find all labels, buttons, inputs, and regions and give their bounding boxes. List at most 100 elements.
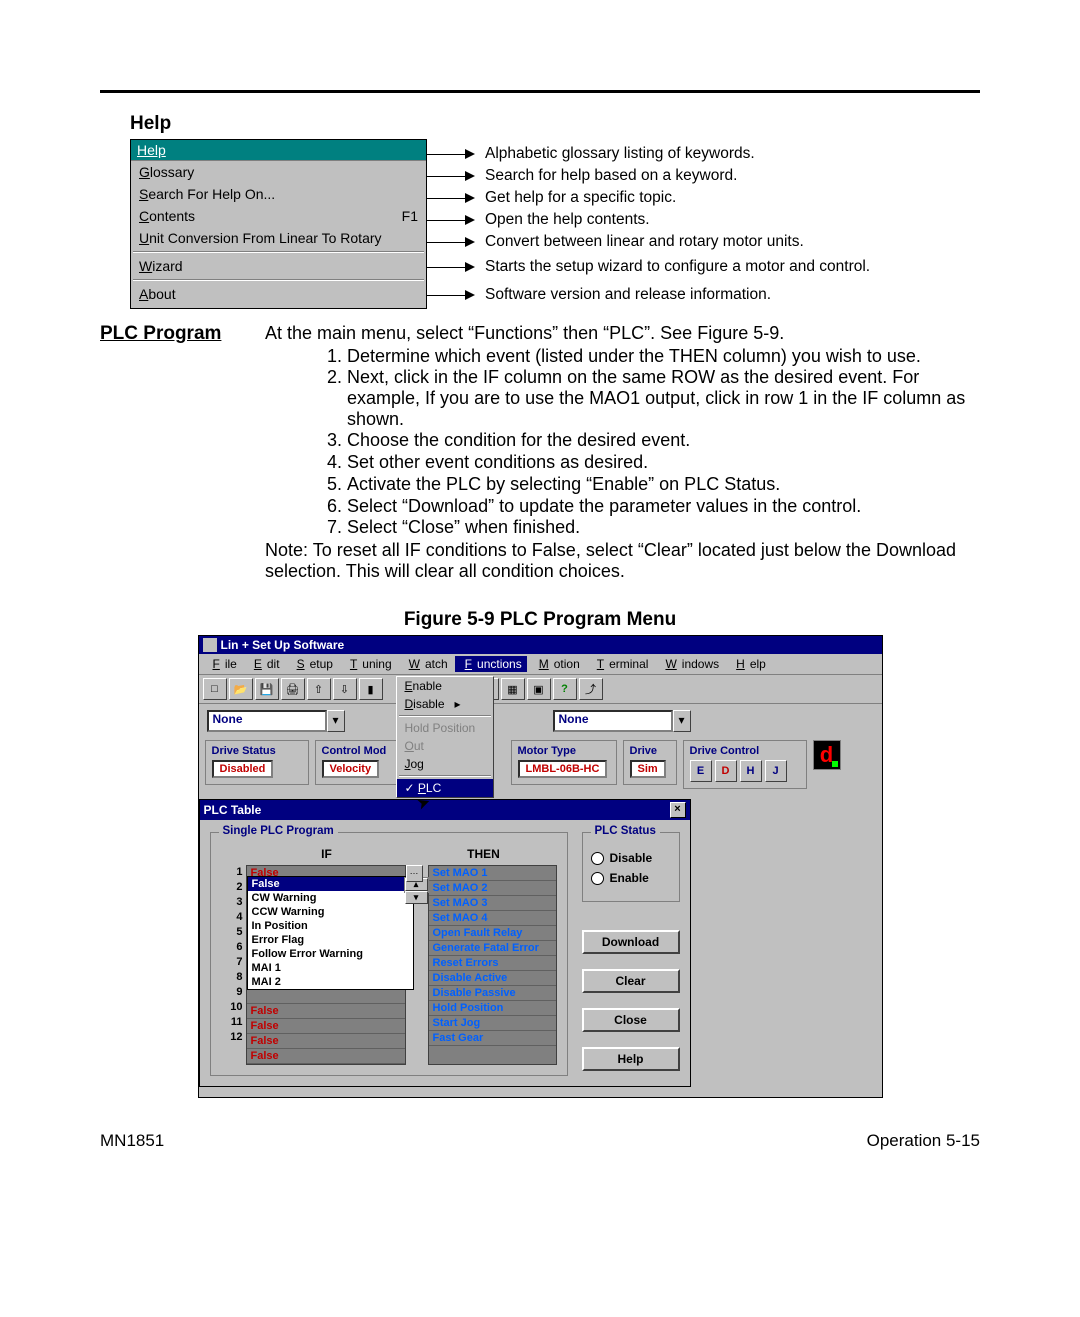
combo-1[interactable]: None ▾ bbox=[207, 710, 345, 732]
plc-table-dialog: PLC Table × Single PLC Program IF THEN 1… bbox=[199, 799, 691, 1087]
scroll-down-icon[interactable]: ▾ bbox=[405, 891, 428, 904]
help-item-wizard[interactable]: Wizard bbox=[131, 255, 426, 277]
menu-edit[interactable]: Edit bbox=[244, 656, 285, 672]
app-icon bbox=[203, 638, 217, 652]
tb-save-icon[interactable]: 💾 bbox=[255, 678, 279, 700]
then-row: Disable Active bbox=[429, 971, 556, 986]
then-column: Set MAO 1 Set MAO 2 Set MAO 3 Set MAO 4 … bbox=[428, 865, 557, 1065]
help-menu-title-text: Help bbox=[137, 142, 166, 158]
then-row: Hold Position bbox=[429, 1001, 556, 1016]
col-if-label: IF bbox=[243, 847, 411, 861]
combo2-arrow-icon[interactable]: ▾ bbox=[673, 710, 691, 732]
drive-control-group: Drive Control E D H J bbox=[683, 740, 807, 789]
if-row[interactable]: False bbox=[247, 1019, 405, 1034]
help-menu-title: Help bbox=[131, 140, 426, 161]
help-item-contents[interactable]: Contents F1 bbox=[131, 205, 426, 227]
combo-2[interactable]: None ▾ bbox=[553, 710, 691, 732]
drive-status-group: Drive Status Disabled bbox=[205, 740, 309, 785]
dc-d-button[interactable]: D bbox=[715, 760, 737, 782]
clear-button[interactable]: Clear bbox=[582, 969, 680, 993]
tb-new-icon[interactable]: □ bbox=[203, 678, 227, 700]
help-item-about[interactable]: About bbox=[131, 283, 426, 305]
plc-status-title: PLC Status bbox=[591, 825, 660, 837]
close-icon[interactable]: × bbox=[670, 802, 686, 818]
help-item-search[interactable]: Search For Help On... bbox=[131, 183, 426, 205]
if-opt-ccw[interactable]: CCW Warning bbox=[248, 905, 413, 919]
if-opt-mai1[interactable]: MAI 1 bbox=[248, 961, 413, 975]
tb-exit-icon[interactable]: ⤴ bbox=[579, 678, 603, 700]
control-mode-group: Control Mod Velocity bbox=[315, 740, 409, 785]
help-item-glossary[interactable]: Glossary bbox=[131, 161, 426, 183]
step-4: Set other event conditions as desired. bbox=[347, 452, 980, 473]
toolbar: □ 📂 💾 🖨 ⇧ ⇩ ▮ ⌂ ▦ ▣ ? ⤴ bbox=[199, 675, 882, 704]
dc-j-button[interactable]: J bbox=[765, 760, 787, 782]
if-row[interactable] bbox=[247, 989, 405, 1004]
tb-help-icon[interactable]: ? bbox=[553, 678, 577, 700]
tb-chart-icon[interactable]: ▮ bbox=[359, 678, 383, 700]
tb-upload-icon[interactable]: ⇧ bbox=[307, 678, 331, 700]
func-hold: Hold Position bbox=[397, 719, 493, 737]
func-disable[interactable]: Disable ▸ bbox=[397, 695, 493, 713]
if-dropdown-list[interactable]: False CW Warning CCW Warning In Position… bbox=[247, 876, 414, 990]
tb-scope-icon[interactable]: ▦ bbox=[501, 678, 525, 700]
plc-program-heading: PLC Program bbox=[100, 323, 265, 581]
figure-title: Figure 5-9 PLC Program Menu bbox=[100, 609, 980, 631]
close-button[interactable]: Close bbox=[582, 1008, 680, 1032]
plc-intro: At the main menu, select “Functions” the… bbox=[265, 323, 980, 344]
radio-disable[interactable]: Disable bbox=[591, 851, 671, 865]
tb-terminal-icon[interactable]: ▣ bbox=[527, 678, 551, 700]
motor-type-group: Motor Type LMBL-06B-HC bbox=[511, 740, 617, 785]
menu-setup[interactable]: Setup bbox=[287, 656, 338, 672]
if-column[interactable]: False … False CW Warning CCW Warning In … bbox=[246, 865, 406, 1065]
combo1-arrow-icon[interactable]: ▾ bbox=[327, 710, 345, 732]
if-opt-mai2[interactable]: MAI 2 bbox=[248, 975, 413, 989]
combo2-value: None bbox=[553, 710, 673, 732]
func-enable[interactable]: Enable bbox=[397, 677, 493, 695]
func-plc[interactable]: PLC bbox=[397, 779, 493, 797]
if-opt-inpos[interactable]: In Position bbox=[248, 919, 413, 933]
menu-motion[interactable]: Motion bbox=[529, 656, 585, 672]
tb-print-icon[interactable]: 🖨 bbox=[281, 678, 305, 700]
then-row: Start Jog bbox=[429, 1016, 556, 1031]
menu-file[interactable]: File bbox=[203, 656, 242, 672]
download-button[interactable]: Download bbox=[582, 930, 680, 954]
if-opt-false[interactable]: False bbox=[248, 877, 413, 891]
step-7: Select “Close” when finished. bbox=[347, 517, 980, 538]
tb-download-icon[interactable]: ⇩ bbox=[333, 678, 357, 700]
func-out: Out bbox=[397, 737, 493, 755]
desc-search: Search for help based on a keyword. bbox=[485, 167, 737, 185]
dc-h-button[interactable]: H bbox=[740, 760, 762, 782]
radio-enable[interactable]: Enable bbox=[591, 871, 671, 885]
menu-help[interactable]: Help bbox=[726, 656, 771, 672]
radio-icon[interactable] bbox=[591, 852, 604, 865]
if-row[interactable]: False bbox=[247, 1034, 405, 1049]
if-row[interactable]: False bbox=[247, 1004, 405, 1019]
menu-terminal[interactable]: Terminal bbox=[587, 656, 654, 672]
menu-functions[interactable]: Functions bbox=[455, 656, 527, 672]
func-sep bbox=[399, 775, 491, 777]
if-opt-cw[interactable]: CW Warning bbox=[248, 891, 413, 905]
func-jog[interactable]: Jog bbox=[397, 755, 493, 773]
motor-type-value: LMBL-06B-HC bbox=[518, 760, 608, 778]
help-item-unit-conversion[interactable]: Unit Conversion From Linear To Rotary bbox=[131, 227, 426, 249]
glossary-und: G bbox=[139, 164, 150, 180]
menu-windows[interactable]: Windows bbox=[655, 656, 724, 672]
then-row: Disable Passive bbox=[429, 986, 556, 1001]
plc-right-col: PLC Status Disable Enable Download Clear bbox=[582, 832, 680, 1076]
dc-e-button[interactable]: E bbox=[690, 760, 712, 782]
help-button[interactable]: Help bbox=[582, 1047, 680, 1071]
tb-open-icon[interactable]: 📂 bbox=[229, 678, 253, 700]
ifthen-header: IF THEN bbox=[221, 847, 557, 861]
menu-tuning[interactable]: Tuning bbox=[340, 656, 397, 672]
then-row: Set MAO 4 bbox=[429, 911, 556, 926]
radio-icon[interactable] bbox=[591, 872, 604, 885]
if-row[interactable]: False bbox=[247, 1049, 405, 1064]
menu-watch[interactable]: Watch bbox=[399, 656, 453, 672]
if-opt-follow[interactable]: Follow Error Warning bbox=[248, 947, 413, 961]
col-then-label: THEN bbox=[411, 847, 557, 861]
search-und: S bbox=[139, 186, 148, 202]
plc-table: 12 34 56 78 910 1112 False … False bbox=[221, 865, 557, 1065]
if-opt-errflag[interactable]: Error Flag bbox=[248, 933, 413, 947]
app-titlebar: Lin + Set Up Software bbox=[199, 636, 882, 654]
dropdown-icon[interactable]: … bbox=[406, 865, 423, 882]
